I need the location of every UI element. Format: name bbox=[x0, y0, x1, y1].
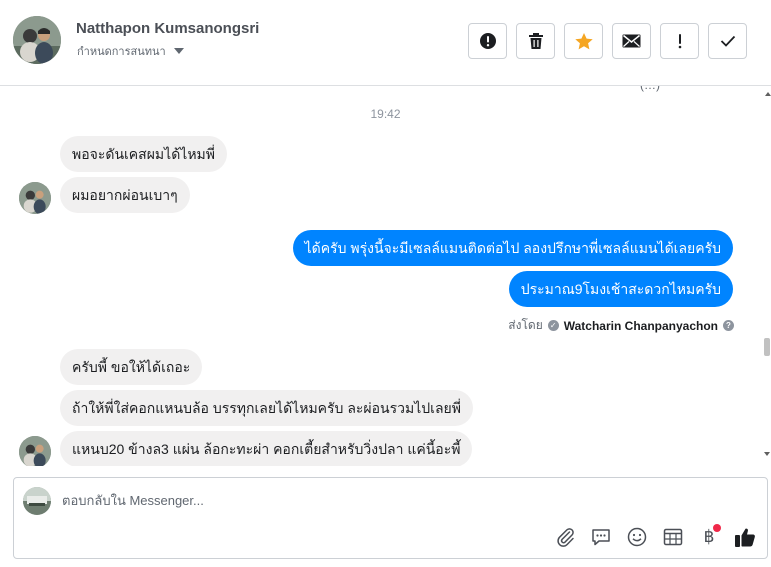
messenger-conversation-view: Natthapon Kumsanongsri กำหนดการสนทนา 19:… bbox=[0, 0, 771, 567]
timestamp-separator: 19:42 bbox=[370, 107, 401, 121]
contact-name[interactable]: Natthapon Kumsanongsri bbox=[76, 20, 259, 37]
message-thread[interactable]: (…) 19:42 พอจะดันเคสผมได้ไหมพี่ ผมอยากผ่… bbox=[0, 86, 771, 466]
assign-label: กำหนดการสนทนา bbox=[77, 46, 166, 58]
scroll-down-arrow-icon[interactable] bbox=[764, 452, 770, 456]
sent-by-agent[interactable]: Watcharin Chanpanyachon bbox=[564, 319, 718, 333]
message-bubble-incoming[interactable]: ถ้าให้พี่ใส่คอกแหนบล้อ บรรทุกเลยได้ไหมคร… bbox=[60, 390, 473, 426]
sent-by-label: ส่งโดย bbox=[508, 318, 543, 332]
message-bubble-incoming[interactable]: ผมอยากผ่อนเบาๆ bbox=[60, 177, 190, 213]
message-bubble-incoming[interactable]: แหนบ20 ข้างล3 แผ่น ล้อกะทะผ่า คอกเตี้ยสำ… bbox=[60, 431, 473, 466]
assign-conversation-dropdown[interactable]: กำหนดการสนทนา bbox=[77, 42, 184, 60]
reply-composer: ฿ bbox=[13, 477, 768, 559]
sent-by-indicator: ส่งโดย ✓ Watcharin Chanpanyachon ? bbox=[508, 316, 734, 335]
saved-reply-icon bbox=[592, 529, 610, 546]
payment-button[interactable]: ฿ bbox=[696, 524, 722, 550]
star-button[interactable] bbox=[564, 23, 603, 59]
thread-scrollbar[interactable] bbox=[763, 86, 771, 466]
mark-spam-button[interactable] bbox=[468, 23, 507, 59]
delete-button[interactable] bbox=[516, 23, 555, 59]
notification-dot bbox=[713, 524, 721, 532]
scrollbar-thumb[interactable] bbox=[764, 338, 770, 356]
scroll-up-arrow-icon[interactable] bbox=[765, 92, 771, 96]
trash-icon bbox=[528, 33, 543, 49]
agent-badge-icon: ✓ bbox=[547, 320, 559, 331]
reply-input[interactable] bbox=[62, 493, 662, 508]
message-bubble-outgoing[interactable]: ได้ครับ พรุ่งนี้จะมีเซลล์แมนติดต่อไป ลอง… bbox=[292, 230, 733, 266]
saved-replies-button[interactable] bbox=[588, 524, 614, 550]
contact-avatar-small bbox=[19, 436, 51, 466]
checkmark-icon bbox=[720, 35, 735, 47]
exclamation-icon bbox=[678, 34, 681, 49]
follow-up-button[interactable] bbox=[660, 23, 699, 59]
mark-unread-button[interactable] bbox=[612, 23, 651, 59]
star-icon bbox=[574, 32, 593, 49]
message-bubble-incoming[interactable]: ครับพี้ ขอให้ได้เถอะ bbox=[60, 349, 203, 385]
envelope-icon bbox=[622, 34, 641, 48]
conversation-header: Natthapon Kumsanongsri กำหนดการสนทนา bbox=[0, 0, 771, 86]
thumbs-up-icon bbox=[735, 528, 755, 547]
clipped-message-text: (…) bbox=[640, 86, 660, 92]
message-bubble-incoming[interactable]: พอจะดันเคสผมได้ไหมพี่ bbox=[60, 136, 228, 172]
contact-avatar-small bbox=[19, 182, 51, 214]
appointment-button[interactable] bbox=[660, 524, 686, 550]
emoji-icon bbox=[627, 527, 647, 547]
mark-done-button[interactable] bbox=[708, 23, 747, 59]
help-icon[interactable]: ? bbox=[723, 320, 734, 331]
message-bubble-outgoing[interactable]: ประมาณ9โมงเช้าสะดวกไหมครับ bbox=[508, 271, 733, 307]
attach-file-button[interactable] bbox=[553, 524, 579, 550]
caret-down-icon bbox=[173, 48, 184, 54]
contact-avatar[interactable] bbox=[13, 16, 61, 64]
alert-circle-icon bbox=[479, 33, 496, 49]
emoji-button[interactable] bbox=[624, 524, 650, 550]
send-like-button[interactable] bbox=[732, 524, 758, 550]
page-avatar bbox=[23, 487, 51, 515]
appointment-icon bbox=[663, 528, 683, 546]
paperclip-icon bbox=[557, 528, 574, 547]
